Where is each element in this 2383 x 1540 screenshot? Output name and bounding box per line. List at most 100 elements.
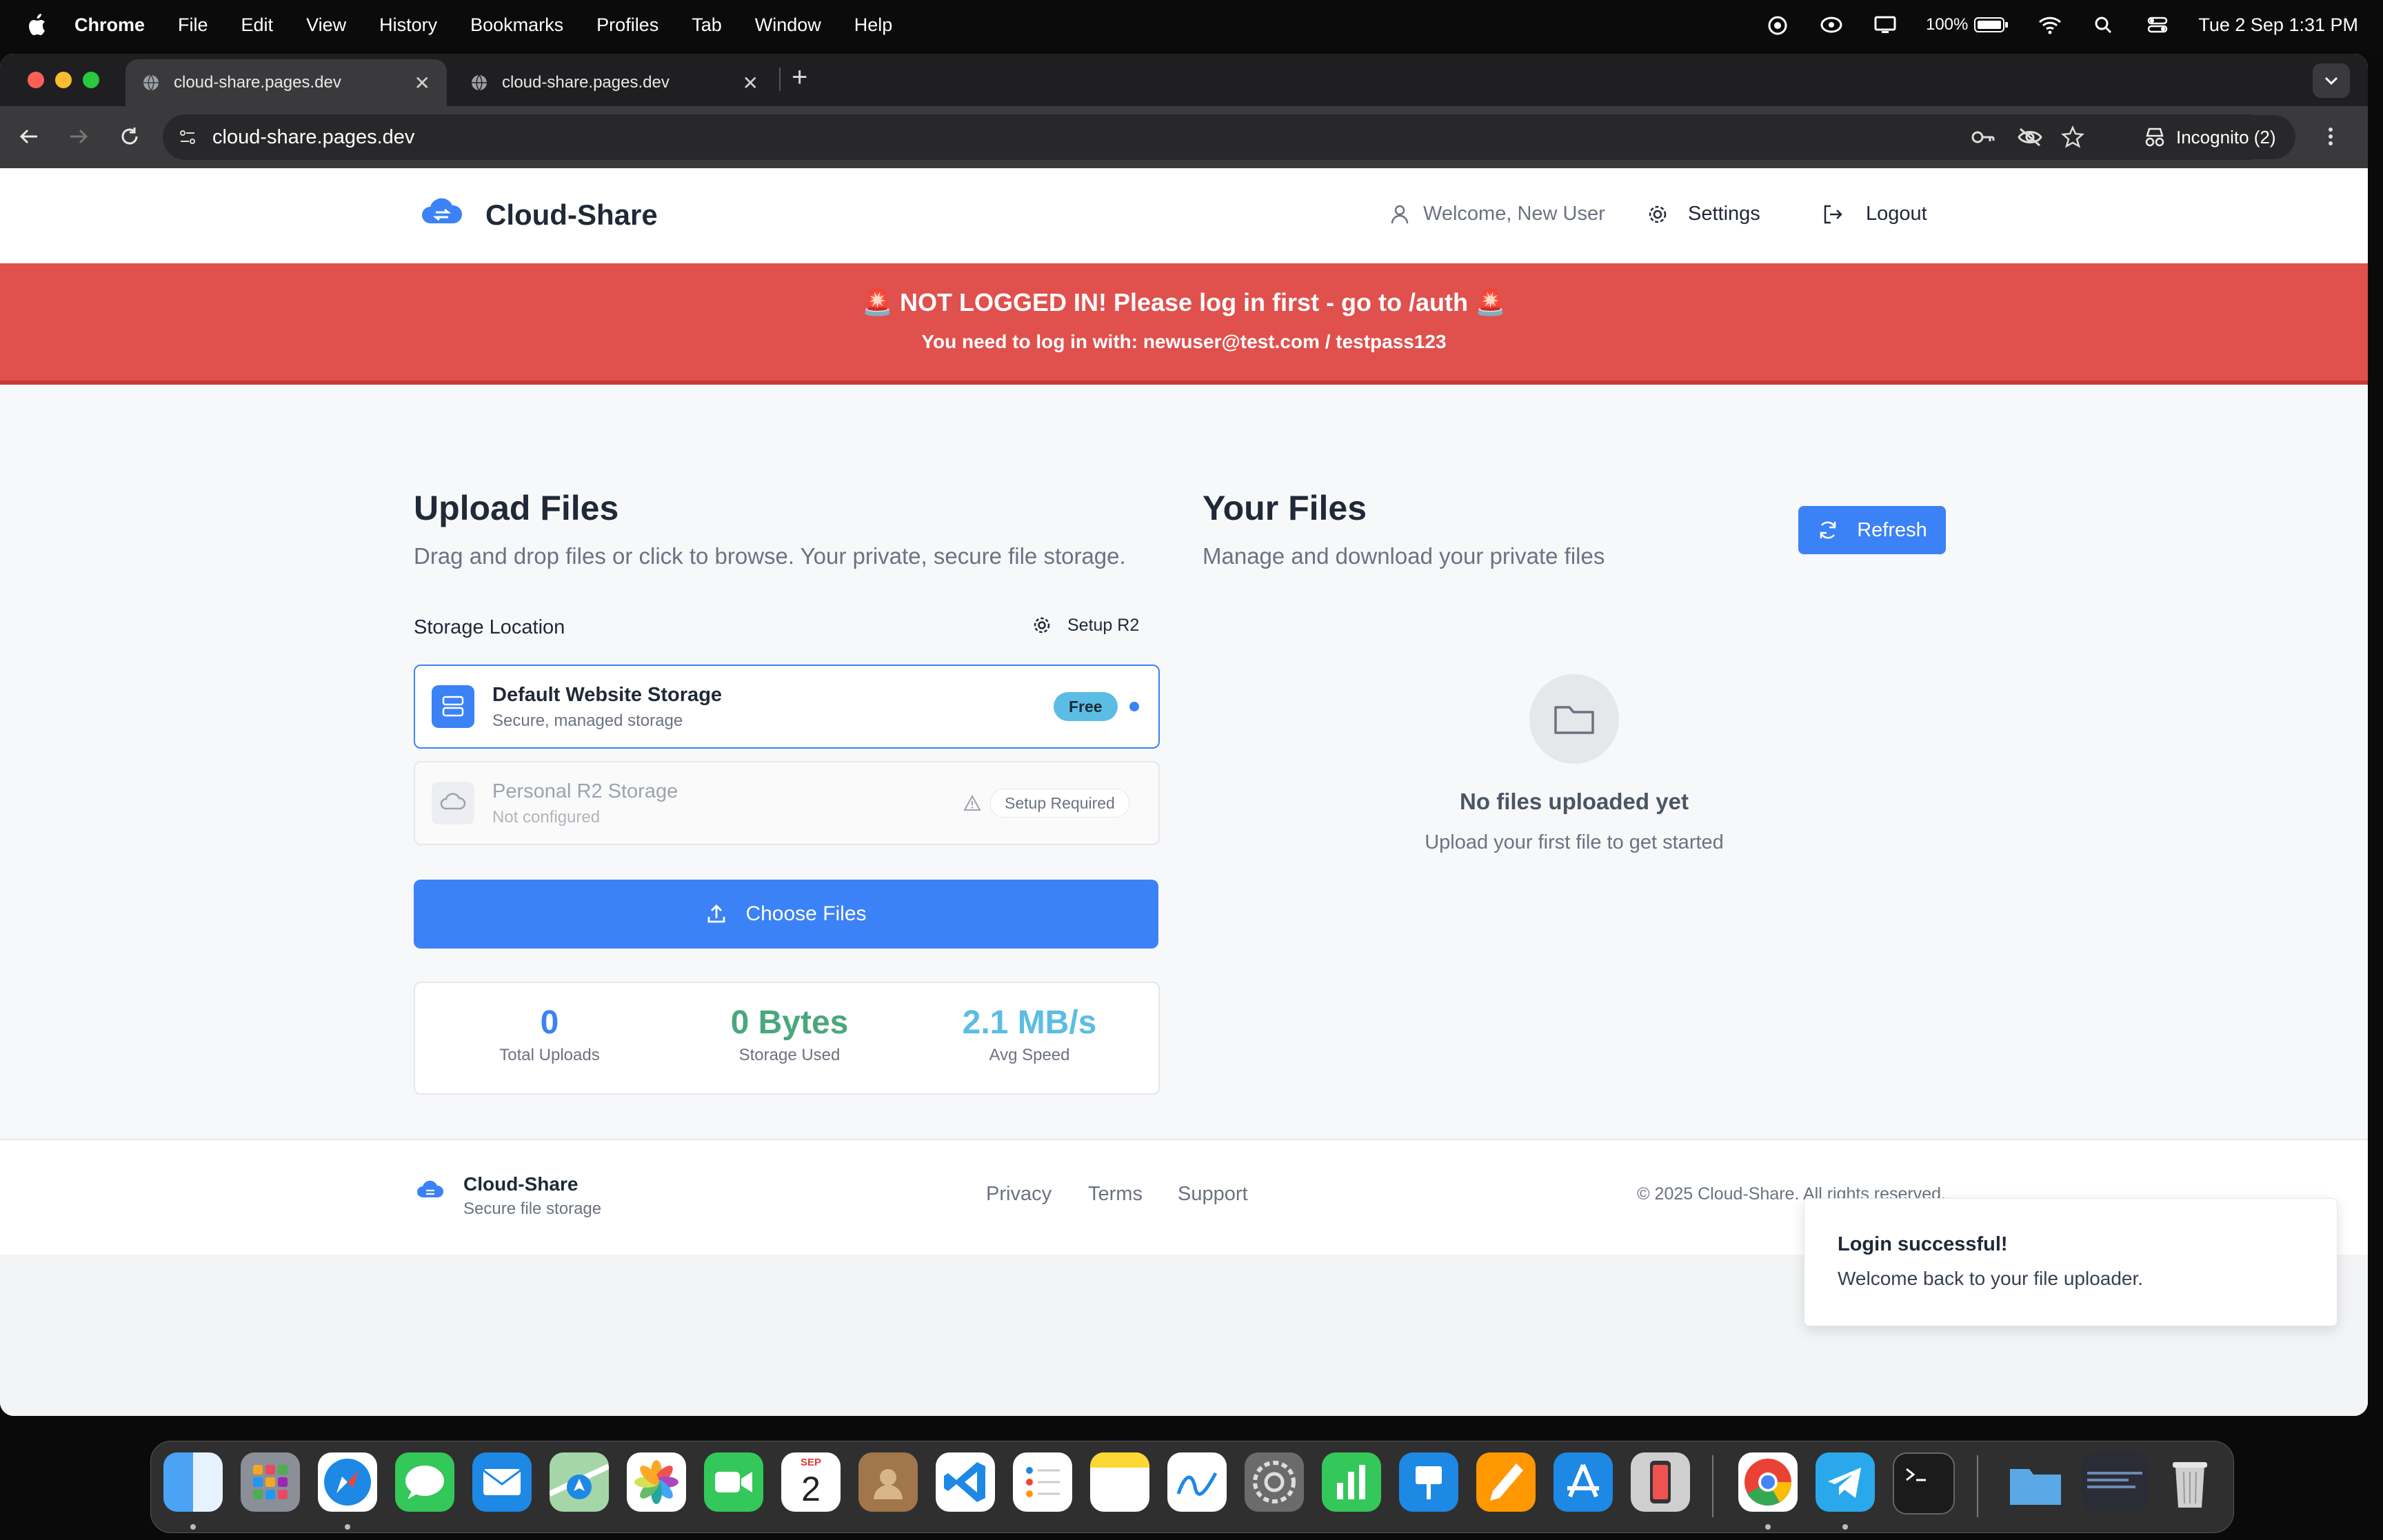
setup-r2-label: Setup R2 (1067, 615, 1140, 635)
tab-1[interactable]: cloud-share.pages.dev ✕ (125, 59, 447, 106)
cloud-icon (432, 782, 474, 824)
cloud-logo-icon[interactable] (421, 194, 463, 229)
server-icon (432, 685, 474, 728)
new-tab-icon[interactable]: + (792, 62, 807, 93)
footer-link-terms[interactable]: Terms (1088, 1183, 1143, 1206)
back-icon[interactable] (17, 124, 41, 149)
vscode-icon[interactable] (936, 1452, 995, 1512)
mail-icon[interactable] (472, 1452, 532, 1512)
warning-icon (963, 794, 981, 811)
display-icon[interactable] (1872, 14, 1898, 35)
browser-window: cloud-share.pages.dev ✕ cloud-share.page… (0, 54, 2368, 1416)
creative-cloud-icon[interactable] (1764, 14, 1791, 35)
menu-app-name[interactable]: Chrome (74, 14, 145, 36)
refresh-button[interactable]: Refresh (1798, 506, 1946, 554)
default-storage-option[interactable]: Default Website Storage Secure, managed … (414, 665, 1160, 749)
maximize-window-button[interactable] (83, 72, 99, 88)
cloud-logo-icon (417, 1180, 444, 1197)
personal-r2-storage-option[interactable]: Personal R2 Storage Not configured Setup… (414, 761, 1160, 845)
eye-off-icon[interactable] (2016, 126, 2044, 148)
menu-edit[interactable]: Edit (241, 14, 274, 36)
photos-icon[interactable] (627, 1452, 686, 1512)
logout-link[interactable]: Logout (1822, 203, 1927, 225)
reminders-icon[interactable] (1013, 1452, 1072, 1512)
stat-label: Total Uploads (499, 1046, 600, 1064)
default-storage-name: Default Website Storage (492, 684, 723, 706)
site-info-icon[interactable] (177, 126, 199, 148)
menu-window[interactable]: Window (755, 14, 821, 36)
menu-history[interactable]: History (379, 14, 437, 36)
choose-files-button[interactable]: Choose Files (414, 880, 1158, 949)
running-indicator (345, 1524, 350, 1530)
settings-label: Settings (1688, 203, 1760, 225)
battery-status[interactable]: 100% (1926, 15, 2009, 34)
browser-toolbar: cloud-share.pages.dev Incognito (2) (0, 106, 2368, 168)
minimize-window-button[interactable] (55, 72, 72, 88)
site-header: Cloud-Share Welcome, New User Settings L… (0, 168, 2368, 264)
footer-link-privacy[interactable]: Privacy (986, 1183, 1052, 1206)
running-indicator (1842, 1524, 1848, 1530)
trash-icon[interactable] (2160, 1452, 2220, 1512)
menu-bookmarks[interactable]: Bookmarks (470, 14, 563, 36)
files-title: Your Files (1203, 489, 1367, 527)
menu-profiles[interactable]: Profiles (596, 14, 658, 36)
chrome-icon[interactable] (1738, 1452, 1798, 1512)
reload-icon[interactable] (117, 124, 142, 149)
menu-view[interactable]: View (306, 14, 346, 36)
finder-icon[interactable] (163, 1452, 223, 1512)
maps-icon[interactable] (548, 1452, 610, 1512)
close-window-button[interactable] (28, 72, 44, 88)
system-settings-icon[interactable] (1245, 1452, 1304, 1512)
running-indicator (1765, 1524, 1771, 1530)
upload-stats: 0 Total Uploads 0 Bytes Storage Used 2.1… (414, 982, 1160, 1095)
tab-2[interactable]: cloud-share.pages.dev ✕ (454, 59, 775, 106)
refresh-icon (1820, 521, 1836, 539)
iphone-mirroring-icon[interactable] (1631, 1452, 1690, 1512)
toast-title: Login successful! (1838, 1233, 2008, 1255)
freeform-icon[interactable] (1167, 1452, 1227, 1512)
calendar-icon[interactable]: SEP 2 (781, 1452, 841, 1512)
menu-help[interactable]: Help (854, 14, 893, 36)
footer-tagline: Secure file storage (463, 1199, 602, 1218)
control-center-icon[interactable] (2144, 14, 2171, 35)
close-tab-icon[interactable]: ✕ (414, 72, 430, 94)
incognito-button[interactable]: Incognito (2) (2125, 115, 2295, 159)
terminal-icon[interactable] (1893, 1452, 1955, 1514)
pages-icon[interactable] (1476, 1452, 1536, 1512)
apple-icon[interactable] (26, 13, 47, 37)
numbers-icon[interactable] (1322, 1452, 1381, 1512)
files-subtitle: Manage and download your private files (1203, 543, 1605, 569)
login-success-toast[interactable]: Login successful! Welcome back to your f… (1804, 1198, 2337, 1326)
footer-link-support[interactable]: Support (1178, 1183, 1248, 1206)
forward-icon[interactable] (66, 124, 91, 149)
password-key-icon[interactable] (1969, 126, 1997, 148)
bookmark-star-icon[interactable] (2060, 125, 2085, 150)
facetime-icon[interactable] (704, 1452, 763, 1512)
telegram-icon[interactable] (1816, 1452, 1875, 1512)
contacts-icon[interactable] (858, 1452, 918, 1512)
notes-icon[interactable] (1090, 1452, 1149, 1512)
alert-credentials: You need to log in with: newuser@test.co… (921, 331, 1447, 352)
more-menu-icon[interactable] (2318, 124, 2343, 149)
wifi-icon[interactable] (2037, 14, 2063, 35)
menu-file[interactable]: File (178, 14, 208, 36)
empty-folder-icon (1529, 674, 1619, 764)
address-bar[interactable]: cloud-share.pages.dev (163, 114, 2271, 160)
settings-link[interactable]: Settings (1647, 203, 1760, 225)
setup-r2-button[interactable]: Setup R2 (1032, 615, 1139, 636)
launchpad-icon[interactable] (241, 1452, 300, 1512)
messages-icon[interactable] (395, 1452, 454, 1512)
safari-icon[interactable] (318, 1452, 377, 1512)
menu-tab[interactable]: Tab (692, 14, 722, 36)
focus-icon[interactable] (1818, 14, 1844, 35)
app-store-icon[interactable] (1554, 1452, 1613, 1512)
tab-search-button[interactable] (2313, 63, 2350, 98)
screenshot-stack-icon[interactable] (2082, 1452, 2148, 1512)
folder-stack-icon[interactable] (2006, 1452, 2065, 1512)
globe-icon (472, 74, 487, 91)
spotlight-search-icon[interactable] (2091, 14, 2117, 35)
keynote-icon[interactable] (1399, 1452, 1458, 1512)
clock[interactable]: Tue 2 Sep 1:31 PM (2198, 14, 2358, 36)
brand-name[interactable]: Cloud-Share (485, 199, 658, 232)
close-tab-icon[interactable]: ✕ (743, 72, 758, 94)
